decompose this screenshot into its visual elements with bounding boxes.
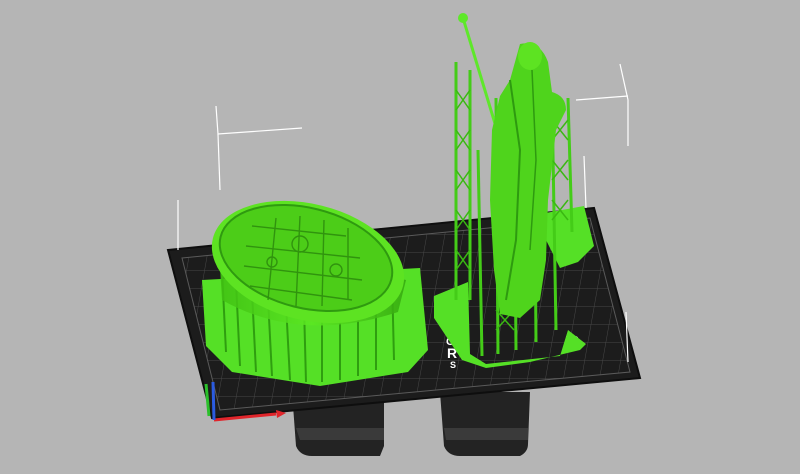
base-object[interactable] xyxy=(199,182,428,386)
scene-canvas[interactable]: OF R S IS xyxy=(0,0,800,474)
3d-viewport[interactable]: OF R S IS xyxy=(0,0,800,474)
bed-logo-line3: S xyxy=(450,360,456,370)
